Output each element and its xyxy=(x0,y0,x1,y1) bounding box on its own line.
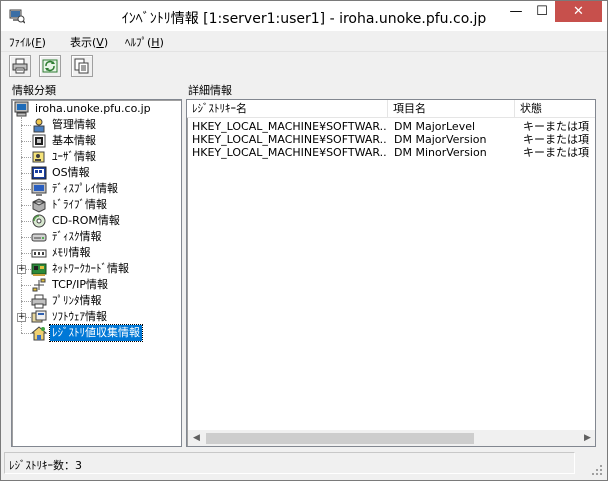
tree-connector xyxy=(21,125,31,126)
scroll-right-arrow-icon[interactable]: ▶ xyxy=(579,430,595,446)
menu-help[interactable]: ﾍﾙﾌﾟ(H) xyxy=(125,34,164,50)
export-button[interactable] xyxy=(71,55,93,77)
category-tree[interactable]: iroha.unoke.pfu.co.jp 管理情報 基本情報 ﾕｰｻﾞ情報 O… xyxy=(11,99,182,447)
export-icon xyxy=(74,58,89,74)
menu-view[interactable]: 表示(V) xyxy=(70,34,108,50)
tree-heading: 情報分類 xyxy=(12,84,56,97)
expand-network-card-toggle[interactable]: + xyxy=(17,265,26,274)
expand-software-toggle[interactable]: + xyxy=(17,313,26,322)
list-header: ﾚｼﾞｽﾄﾘｷｰ名 項目名 状態 xyxy=(187,100,595,118)
tree-connector xyxy=(21,141,31,142)
tree-item-label: ﾕｰｻﾞ情報 xyxy=(52,150,96,163)
display-icon xyxy=(31,181,47,197)
title-bar[interactable]: ｲﾝﾍﾞﾝﾄﾘ情報 [1:server1:user1] - iroha.unok… xyxy=(1,1,607,31)
menu-file-close: ) xyxy=(41,36,46,49)
status-bar: ﾚｼﾞｽﾄﾘｷｰ数：3 xyxy=(1,450,607,480)
print-icon xyxy=(12,58,28,74)
disk-icon xyxy=(31,229,47,245)
status-text: ﾚｼﾞｽﾄﾘｷｰ数：3 xyxy=(4,452,575,474)
cell-registry-key: HKEY_LOCAL_MACHINE¥SOFTWAR... xyxy=(192,133,386,146)
print-button[interactable] xyxy=(9,55,31,77)
column-header-status[interactable]: 状態 xyxy=(515,100,595,118)
tree-item-label: ﾌﾟﾘﾝﾀ情報 xyxy=(52,294,102,307)
scroll-thumb[interactable] xyxy=(206,433,474,444)
tree-item-label: 管理情報 xyxy=(52,118,96,131)
tree-connector xyxy=(21,189,31,190)
menu-help-close: ) xyxy=(159,36,164,49)
column-header-item-name[interactable]: 項目名 xyxy=(388,100,515,118)
os-icon xyxy=(31,165,47,181)
network-card-icon xyxy=(31,261,47,277)
menu-help-label: ﾍﾙﾌﾟ( xyxy=(125,36,152,49)
tree-connector xyxy=(21,237,31,238)
minimize-button[interactable]: — xyxy=(503,1,529,22)
tree-connector xyxy=(21,301,31,302)
tree-connector xyxy=(21,205,31,206)
tree-item-label: TCP/IP情報 xyxy=(52,278,108,291)
tree-item-label: ﾒﾓﾘ情報 xyxy=(52,246,91,259)
resize-grip-icon[interactable] xyxy=(591,464,603,476)
menu-view-label: 表示( xyxy=(70,36,97,49)
printer-icon xyxy=(31,293,47,309)
scroll-left-arrow-icon[interactable]: ◀ xyxy=(188,430,205,446)
tree-connector xyxy=(21,157,31,158)
tree-connector xyxy=(21,221,31,222)
cell-item-name: DM MinorVersion xyxy=(394,146,487,159)
tree-connector xyxy=(21,285,31,286)
tree-item-label: ｿﾌﾄｳｪｱ情報 xyxy=(52,310,107,323)
app-window: ｲﾝﾍﾞﾝﾄﾘ情報 [1:server1:user1] - iroha.unok… xyxy=(0,0,608,481)
menu-file-label: ﾌｧｲﾙ( xyxy=(9,36,36,49)
tcpip-icon xyxy=(31,277,47,293)
cell-item-name: DM MajorVersion xyxy=(394,133,487,146)
tree-connector xyxy=(21,333,31,334)
close-button[interactable]: ✕ xyxy=(555,1,602,22)
maximize-button[interactable]: ☐ xyxy=(529,1,555,22)
tree-item-label: ﾄﾞﾗｲﾌﾞ情報 xyxy=(52,198,107,211)
cell-status: キーまたは項 xyxy=(523,146,589,159)
basic-info-icon xyxy=(31,133,47,149)
cell-item-name: DM MajorLevel xyxy=(394,120,476,133)
toolbar xyxy=(1,51,607,79)
horizontal-scrollbar[interactable]: ◀ ▶ xyxy=(188,430,595,446)
tree-item-label: ﾚｼﾞｽﾄﾘ値収集情報 xyxy=(49,324,143,342)
detail-list[interactable]: ﾚｼﾞｽﾄﾘｷｰ名 項目名 状態 HKEY_LOCAL_MACHINE¥SOFT… xyxy=(186,99,596,447)
menu-file[interactable]: ﾌｧｲﾙ(F) xyxy=(9,34,46,50)
tree-item-label: CD-ROM情報 xyxy=(52,214,120,227)
tree-connector xyxy=(21,173,31,174)
tree-connector xyxy=(21,253,31,254)
menu-help-accel: H xyxy=(151,36,160,49)
menu-bar: ﾌｧｲﾙ(F) 表示(V) ﾍﾙﾌﾟ(H) xyxy=(1,31,607,51)
tree-item-label: ﾃﾞｨｽﾌﾟﾚｲ情報 xyxy=(52,182,118,195)
menu-view-accel: V xyxy=(96,36,104,49)
cell-status: キーまたは項 xyxy=(523,133,589,146)
cell-registry-key: HKEY_LOCAL_MACHINE¥SOFTWAR... xyxy=(192,146,386,159)
menu-view-close: ) xyxy=(103,36,109,49)
tree-item-label: OS情報 xyxy=(52,166,90,179)
computer-icon xyxy=(14,101,30,117)
cell-registry-key: HKEY_LOCAL_MACHINE¥SOFTWAR... xyxy=(192,120,386,133)
tree-root-label: iroha.unoke.pfu.co.jp xyxy=(35,102,151,115)
user-icon xyxy=(31,149,47,165)
cell-status: キーまたは項 xyxy=(523,120,589,133)
refresh-icon xyxy=(42,59,58,73)
management-icon xyxy=(31,117,47,133)
column-header-registry-key[interactable]: ﾚｼﾞｽﾄﾘｷｰ名 xyxy=(187,100,388,118)
registry-icon xyxy=(30,325,48,341)
cdrom-icon xyxy=(31,213,47,229)
refresh-button[interactable] xyxy=(39,55,61,77)
memory-icon xyxy=(31,245,47,261)
tree-item-label: 基本情報 xyxy=(52,134,96,147)
detail-heading: 詳細情報 xyxy=(188,84,232,97)
tree-item-label: ﾃﾞｨｽｸ情報 xyxy=(52,230,102,243)
tree-item-label: ﾈｯﾄﾜｰｸｶｰﾄﾞ情報 xyxy=(52,262,129,275)
software-icon xyxy=(31,309,47,325)
drive-icon xyxy=(31,197,47,213)
